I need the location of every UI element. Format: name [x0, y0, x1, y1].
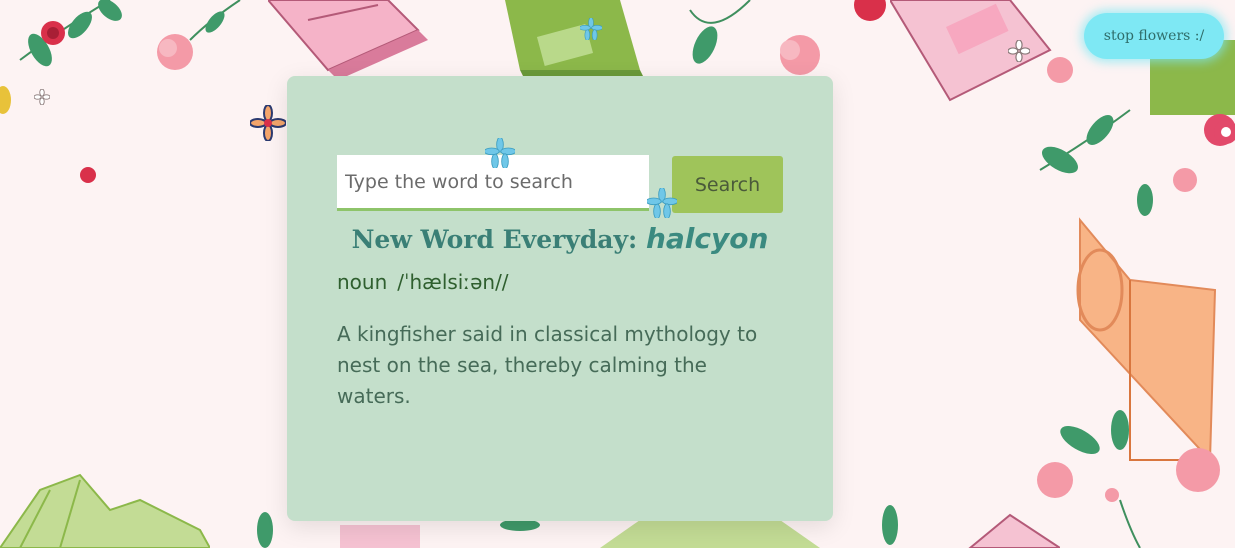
falling-flower-icon — [647, 188, 677, 218]
falling-flower-icon — [485, 138, 515, 168]
phonetic: /ˈhælsiːən// — [397, 270, 509, 294]
falling-flower-icon — [580, 18, 602, 40]
stop-flowers-button[interactable]: stop flowers :/ — [1084, 13, 1224, 59]
definition-text: A kingfisher said in classical mythology… — [337, 322, 758, 408]
falling-flower-icon — [34, 89, 50, 105]
pronunciation-line: noun/ˈhælsiːən// — [337, 270, 509, 294]
falling-flower-icon — [1214, 120, 1235, 144]
heading-prefix: New Word Everyday: — [351, 225, 638, 254]
book-illustration-icon — [268, 0, 428, 80]
book-illustration-icon — [505, 0, 645, 80]
word-of-day-heading: New Word Everyday: halcyon — [287, 222, 833, 255]
book-illustration-icon — [0, 473, 210, 548]
leaf-branch-icon — [1037, 40, 1235, 548]
falling-flower-icon — [250, 105, 286, 141]
word-card: Search New Word Everyday: halcyon noun/ˈ… — [287, 76, 833, 521]
book-illustration-icon — [882, 505, 1060, 548]
search-button[interactable]: Search — [672, 156, 783, 213]
part-of-speech: noun — [337, 270, 388, 294]
falling-flower-icon — [1008, 40, 1030, 62]
word-of-day: halcyon — [645, 222, 769, 255]
search-bar: Search — [337, 155, 783, 215]
